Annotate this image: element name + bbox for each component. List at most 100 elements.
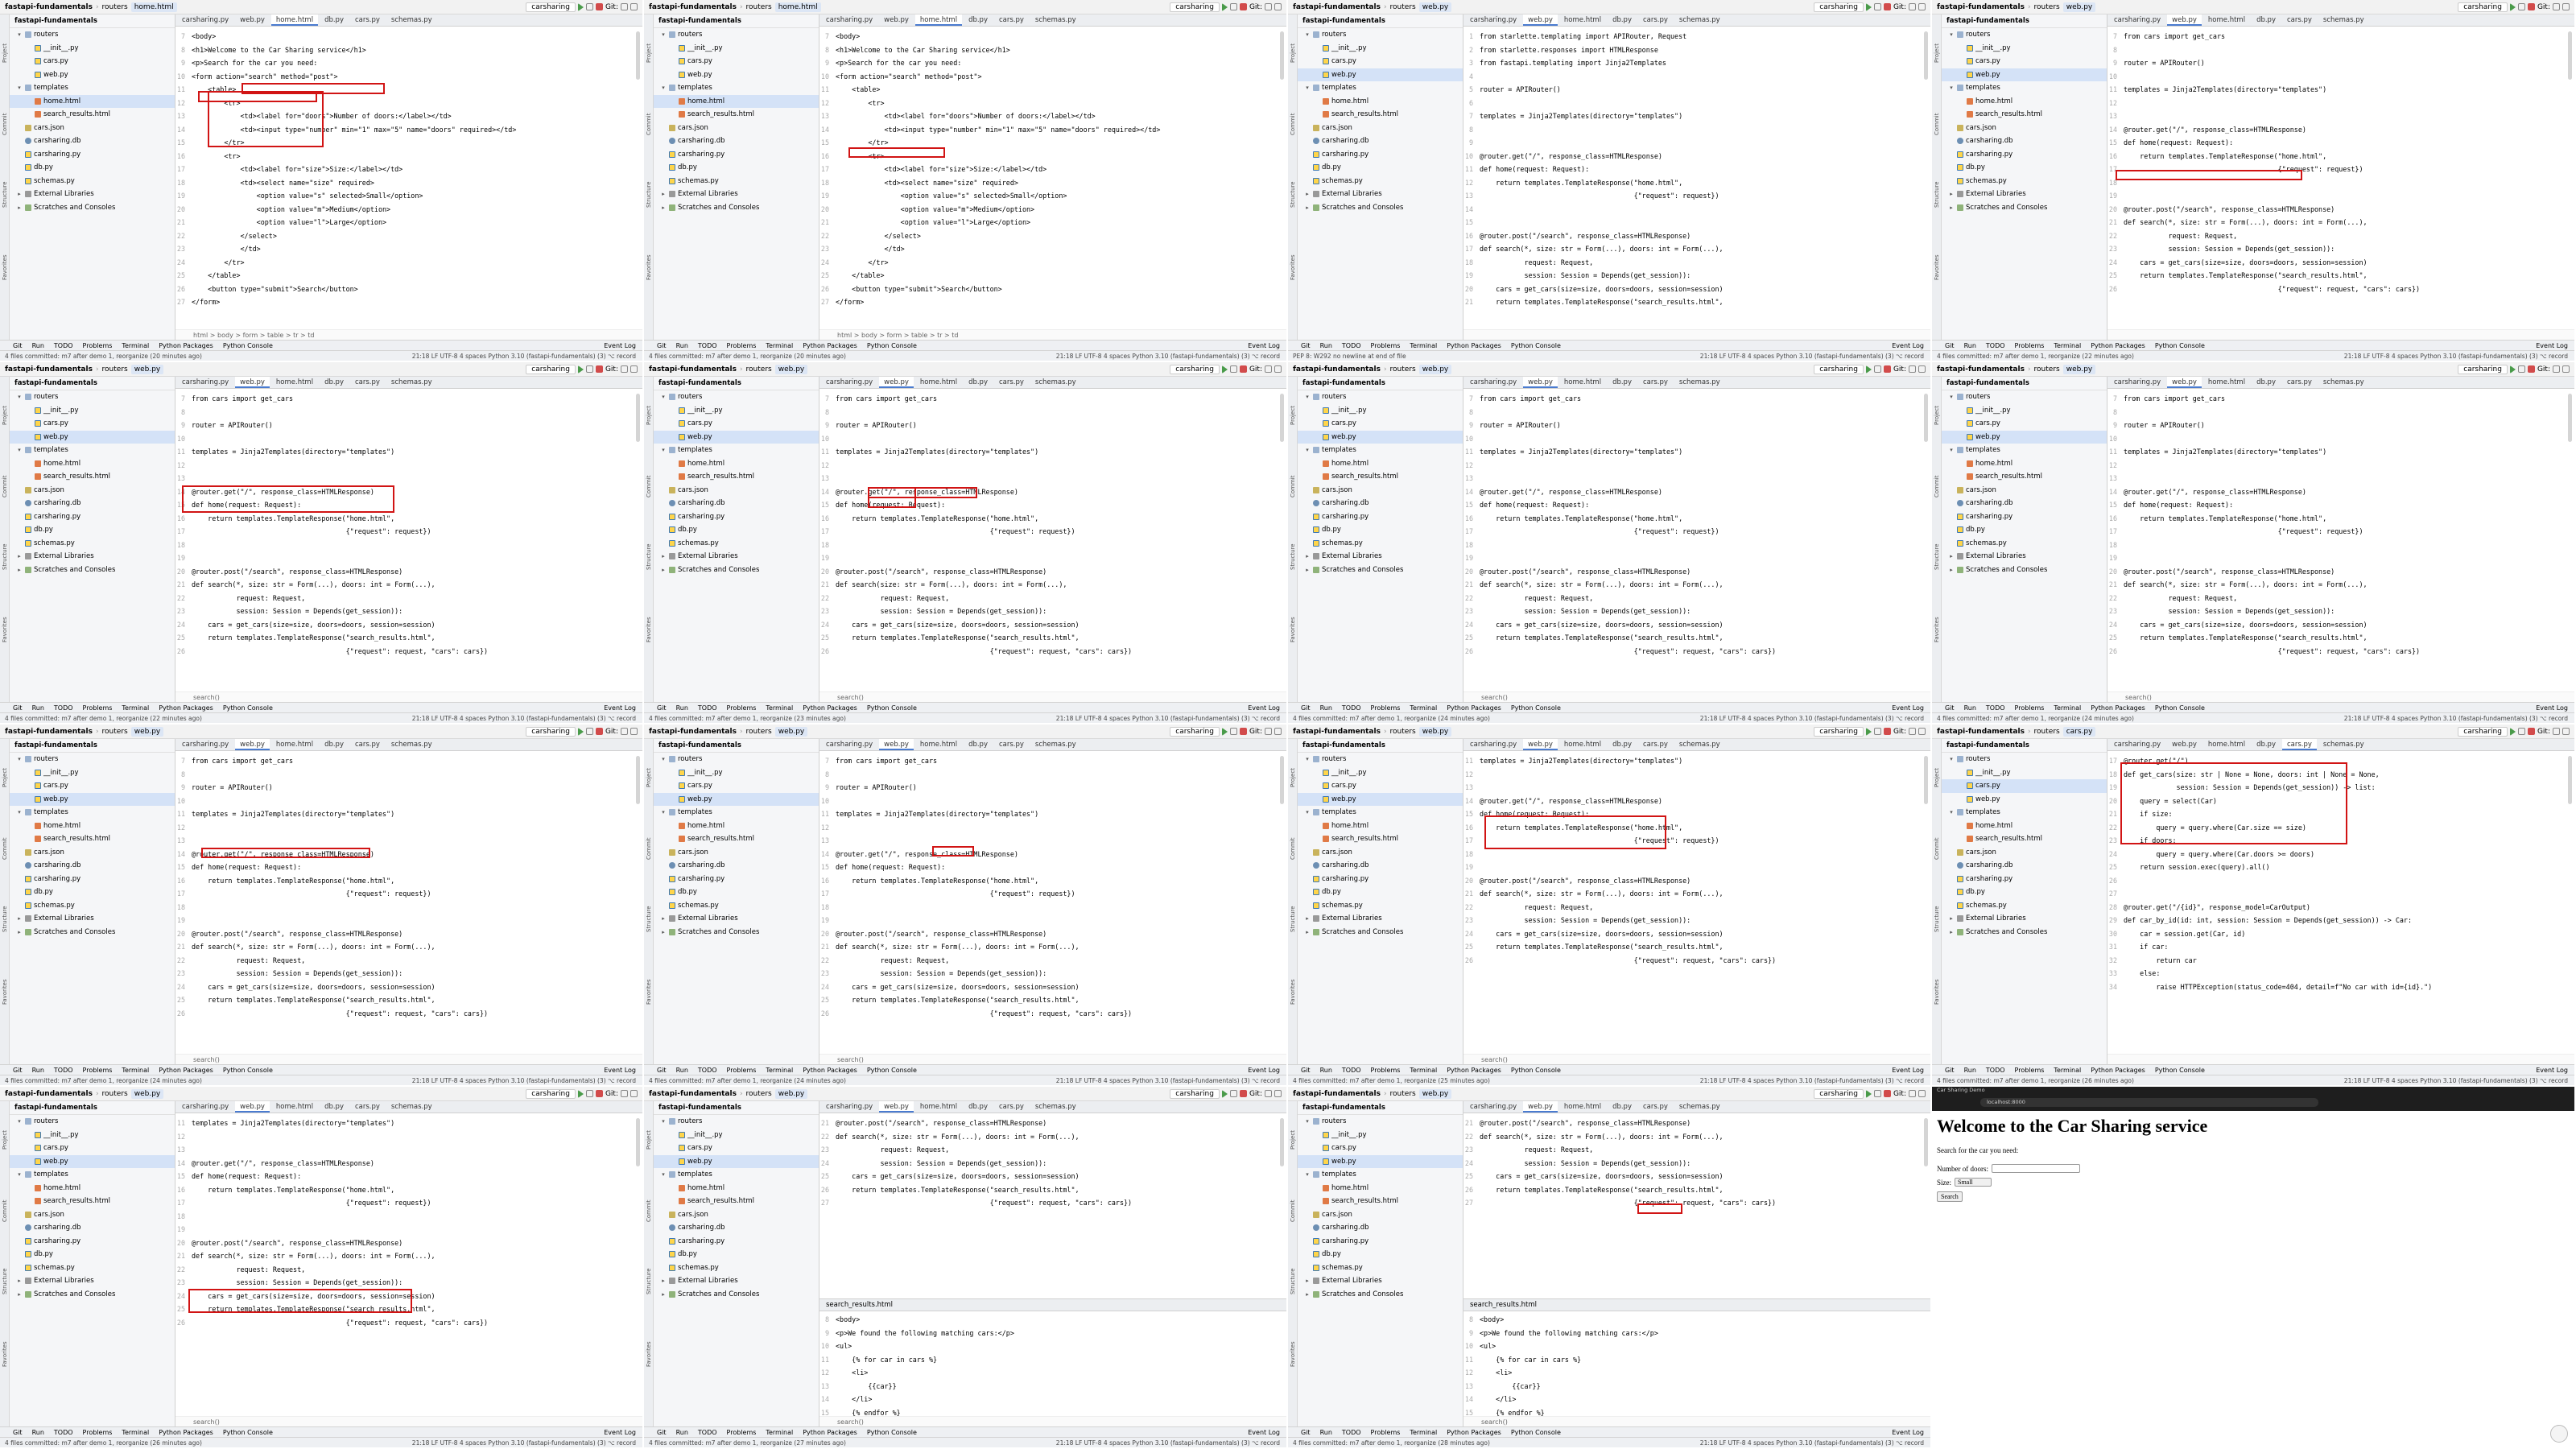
project-tree-item[interactable]: web.py — [1942, 68, 2107, 81]
tool-tab-python-packages[interactable]: Python Packages — [2091, 342, 2145, 349]
editor-tab[interactable]: home.html — [914, 14, 963, 26]
tool-tab-problems[interactable]: Problems — [727, 704, 757, 712]
event-log-tab[interactable]: Event Log — [2536, 704, 2574, 712]
search-icon[interactable] — [2562, 728, 2570, 735]
project-tree-item[interactable]: schemas.py — [654, 1261, 819, 1275]
breadcrumb-file[interactable]: web.py — [1418, 364, 1452, 374]
project-tree-item[interactable]: ▸ External Libraries — [1942, 188, 2107, 201]
status-right[interactable]: 21:18 LF UTF-8 4 spaces Python 3.10 (fas… — [1700, 715, 1930, 722]
tool-tab-todo[interactable]: TODO — [1986, 1067, 2005, 1074]
editor-tab[interactable]: web.py — [879, 14, 914, 26]
project-tree-item[interactable]: db.py — [654, 886, 819, 899]
chevron-down-icon[interactable]: ▾ — [16, 753, 23, 766]
run-icon[interactable] — [1865, 2, 1872, 11]
project-tree-item[interactable]: schemas.py — [1942, 175, 2107, 188]
status-right[interactable]: 21:18 LF UTF-8 4 spaces Python 3.10 (fas… — [1056, 1077, 1286, 1084]
project-tree-item[interactable]: home.html — [1942, 95, 2107, 109]
editor-scrollbar[interactable] — [636, 1118, 640, 1166]
breadcrumb-file[interactable]: web.py — [1418, 2, 1452, 12]
tool-tab-run[interactable]: Run — [32, 342, 44, 349]
breadcrumb-file[interactable]: web.py — [130, 726, 164, 737]
status-message[interactable]: 4 files committed: m7 after demo 1, reor… — [1937, 1077, 2134, 1084]
chevron-down-icon[interactable]: ▾ — [660, 28, 667, 42]
tool-window-commit[interactable]: Commit — [1290, 1200, 1296, 1223]
project-tree-item[interactable]: ▸ Scratches and Consoles — [1942, 926, 2107, 939]
breadcrumb-file[interactable]: web.py — [130, 364, 164, 374]
tool-tab-problems[interactable]: Problems — [83, 1429, 113, 1436]
editor-tab[interactable]: cars.py — [2281, 739, 2317, 750]
chevron-down-icon[interactable]: ▾ — [1304, 806, 1311, 819]
project-tree-item[interactable]: __init__.py — [10, 404, 175, 418]
editor-tab[interactable]: cars.py — [994, 14, 1029, 26]
tool-tab-terminal[interactable]: Terminal — [122, 342, 149, 349]
code-editor[interactable]: 7 from cars import get_cars 8 9 router = API… — [1463, 389, 1930, 702]
tool-tab-terminal[interactable]: Terminal — [766, 704, 793, 712]
tool-window-project[interactable]: Project — [1934, 43, 1940, 63]
project-tree-item[interactable]: carsharing.py — [1298, 1235, 1463, 1249]
tool-tab-terminal[interactable]: Terminal — [766, 1429, 793, 1436]
tool-tab-python-console[interactable]: Python Console — [223, 704, 273, 712]
tool-tab-python-console[interactable]: Python Console — [1511, 1429, 1561, 1436]
project-tree-item[interactable]: schemas.py — [1298, 175, 1463, 188]
chevron-down-icon[interactable]: ▾ — [1948, 444, 1955, 457]
project-tree-item[interactable]: carsharing.py — [654, 510, 819, 524]
debug-icon[interactable] — [585, 365, 593, 373]
tool-tab-run[interactable]: Run — [676, 342, 688, 349]
tool-window-project[interactable]: Project — [646, 406, 652, 425]
tool-tab-python-console[interactable]: Python Console — [867, 1429, 917, 1436]
tool-window-structure[interactable]: Structure — [646, 906, 652, 932]
project-root[interactable]: fastapi-fundamentals — [654, 14, 819, 28]
project-tree-item[interactable]: carsharing.db — [1298, 497, 1463, 510]
project-tree-item[interactable]: schemas.py — [1298, 1261, 1463, 1275]
git-update-icon[interactable] — [1265, 3, 1272, 10]
project-tree-item[interactable]: home.html — [10, 1182, 175, 1195]
debug-icon[interactable] — [1229, 365, 1237, 373]
status-message[interactable]: 4 files committed: m7 after demo 1, reor… — [1293, 715, 1490, 722]
project-tree-item[interactable]: carsharing.py — [654, 148, 819, 162]
project-tree-item[interactable]: carsharing.db — [654, 859, 819, 873]
editor-tab[interactable]: db.py — [964, 14, 993, 26]
tool-tab-git[interactable]: Git — [657, 1429, 667, 1436]
project-tree-item[interactable]: db.py — [654, 161, 819, 175]
tool-tab-terminal[interactable]: Terminal — [2054, 342, 2081, 349]
project-tree-item[interactable]: web.py — [654, 68, 819, 82]
event-log-tab[interactable]: Event Log — [1892, 704, 1930, 712]
project-tree-item[interactable]: __init__.py — [1298, 766, 1463, 780]
status-right[interactable]: 21:18 LF UTF-8 4 spaces Python 3.10 (fas… — [1700, 1077, 1930, 1084]
project-tree-item[interactable]: db.py — [1298, 1248, 1463, 1261]
editor-scrollbar[interactable] — [1924, 756, 1928, 804]
code-breadcrumb[interactable] — [1463, 329, 1930, 340]
chevron-down-icon[interactable]: ▾ — [16, 81, 23, 95]
stop-icon[interactable] — [2527, 3, 2535, 10]
run-icon[interactable] — [1221, 365, 1228, 374]
tool-tab-run[interactable]: Run — [676, 704, 688, 712]
project-root[interactable]: fastapi-fundamentals — [654, 1101, 819, 1115]
editor-tab[interactable]: db.py — [964, 1101, 993, 1113]
tool-tab-python-packages[interactable]: Python Packages — [2091, 1067, 2145, 1074]
code-editor[interactable]: 7 from cars import get_cars 8 9 router = API… — [2107, 389, 2574, 702]
chevron-down-icon[interactable]: ▾ — [660, 444, 667, 457]
tool-tab-git[interactable]: Git — [657, 704, 667, 712]
debug-icon[interactable] — [2517, 365, 2525, 373]
project-tree-item[interactable]: carsharing.db — [1942, 859, 2107, 873]
project-tree-item[interactable]: cars.json — [1942, 484, 2107, 497]
run-icon[interactable] — [2509, 365, 2516, 374]
run-config-select[interactable]: carsharing — [1814, 1088, 1864, 1099]
tool-tab-git[interactable]: Git — [1301, 1429, 1311, 1436]
editor-tab[interactable]: schemas.py — [2318, 14, 2369, 26]
project-tree-item[interactable]: home.html — [10, 819, 175, 833]
project-tree-item[interactable]: ▸ Scratches and Consoles — [1298, 1288, 1463, 1302]
tool-window-structure[interactable]: Structure — [1290, 906, 1296, 932]
run-icon[interactable] — [577, 2, 584, 11]
project-tree-item[interactable]: __init__.py — [1942, 42, 2107, 56]
tool-window-favorites[interactable]: Favorites — [1290, 617, 1296, 642]
tool-window-commit[interactable]: Commit — [1934, 114, 1940, 136]
project-tree-item[interactable]: search_results.html — [10, 1195, 175, 1208]
tool-window-structure[interactable]: Structure — [2, 1268, 8, 1294]
chevron-down-icon[interactable]: ▾ — [660, 1115, 667, 1129]
project-root[interactable]: fastapi-fundamentals — [10, 739, 175, 753]
chevron-down-icon[interactable]: ▾ — [1304, 81, 1311, 95]
stop-icon[interactable] — [2527, 365, 2535, 373]
project-tree-item[interactable]: ▾ templates — [1942, 81, 2107, 95]
status-message[interactable]: 4 files committed: m7 after demo 1, reor… — [649, 1439, 846, 1447]
